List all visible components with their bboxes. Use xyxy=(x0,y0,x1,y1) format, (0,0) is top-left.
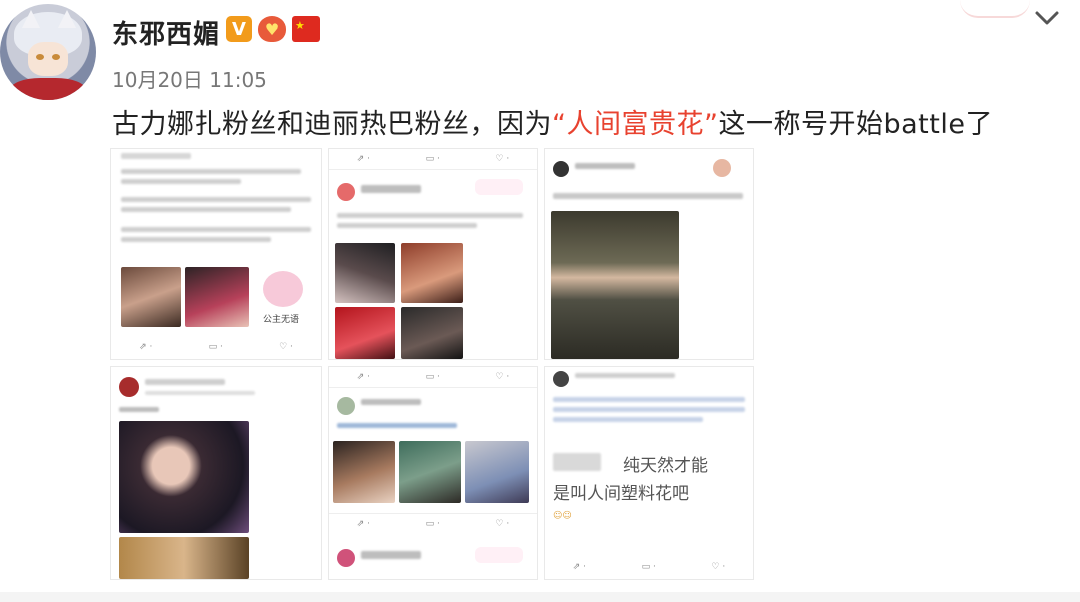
post-text-after: 这一称号开始battle了 xyxy=(718,109,993,140)
thumbnail-1[interactable]: 公主无语 ⇗ · ▭ · ♡ · xyxy=(110,148,322,360)
thumbnail-5[interactable]: ⇗ · ▭ · ♡ · ⇗ · ▭ · ♡ · xyxy=(328,366,538,580)
thumbnail-2[interactable]: ⇗ · ▭ · ♡ · xyxy=(328,148,538,360)
chevron-down-icon[interactable] xyxy=(1034,8,1060,28)
image-grid: 公主无语 ⇗ ·▭ ·♡ · ⇗ ·▭ ·♡ · ⇗ ·▭ ·♡ · xyxy=(110,148,756,580)
thumbnail-6[interactable]: 纯天然才能 是叫人间塑料花吧 ☺☺ ⇗ · ▭ · ♡ · xyxy=(544,366,754,580)
thumbnail-3[interactable] xyxy=(544,148,754,360)
top-decoration xyxy=(960,0,1030,18)
username[interactable]: 东邪西媚 xyxy=(112,14,220,51)
user-badges: V ♥ ★ xyxy=(226,16,320,42)
post-text-before: 古力娜扎粉丝和迪丽热巴粉丝，因为 xyxy=(112,109,552,140)
verified-v-icon: V xyxy=(226,16,252,42)
thumbnail-4[interactable] xyxy=(110,366,322,580)
post-timestamp[interactable]: 10月20日 11:05 xyxy=(112,64,267,93)
post-text-highlight: “人间富贵花” xyxy=(552,109,719,140)
heart-badge-icon: ♥ xyxy=(258,16,286,42)
user-avatar[interactable] xyxy=(0,4,96,100)
sticker-text: 公主无语 xyxy=(259,311,304,326)
thumbnail-text-line2: 是叫人间塑料花吧 xyxy=(553,484,689,504)
post-text: 古力娜扎粉丝和迪丽热巴粉丝，因为“人间富贵花”这一称号开始battle了 xyxy=(112,102,993,141)
china-flag-icon: ★ xyxy=(292,16,320,42)
thumbnail-text-line1: 纯天然才能 xyxy=(623,456,708,476)
divider xyxy=(0,592,1080,602)
